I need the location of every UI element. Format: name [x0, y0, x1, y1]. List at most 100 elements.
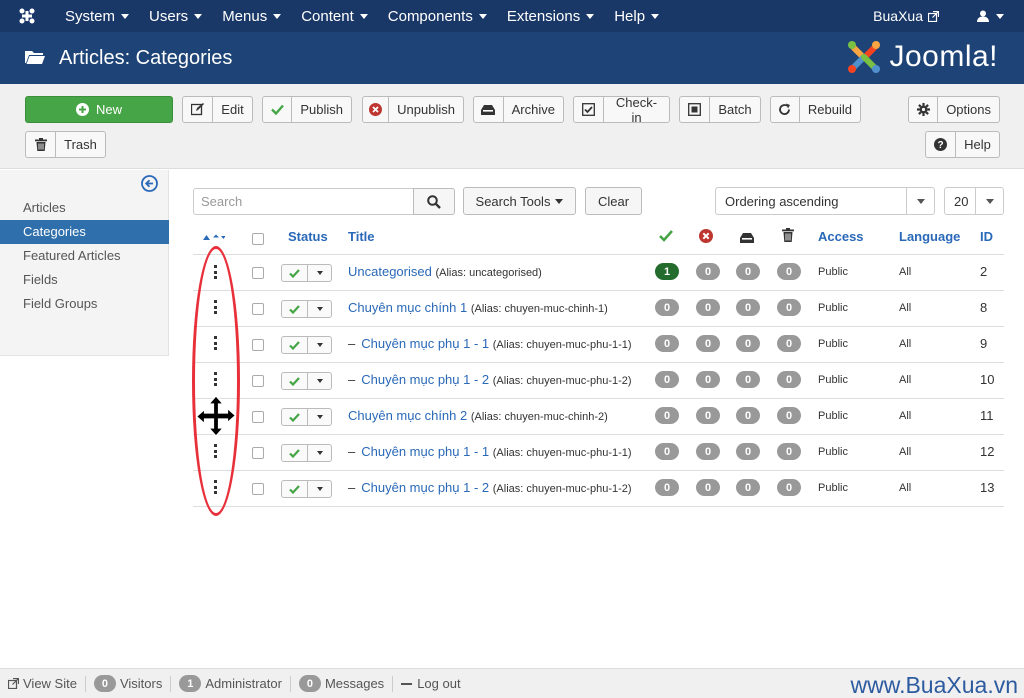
unpublished-count-badge[interactable]: 0 — [696, 407, 720, 424]
menu-users[interactable]: Users — [149, 8, 203, 25]
archived-count-badge[interactable]: 0 — [736, 479, 760, 496]
menu-content[interactable]: Content — [301, 8, 368, 25]
published-count-badge[interactable]: 1 — [655, 263, 679, 280]
sidebar-item-featured-articles[interactable]: Featured Articles — [0, 244, 169, 268]
row-checkbox[interactable] — [252, 267, 264, 279]
administrator-status[interactable]: 1 Administrator — [171, 675, 291, 692]
archived-count-badge[interactable]: 0 — [736, 407, 760, 424]
chevron-down-icon[interactable] — [308, 445, 331, 461]
logout-link[interactable]: Log out — [393, 676, 468, 692]
sidebar-item-fields[interactable]: Fields — [0, 268, 169, 292]
id-column-header[interactable]: ID — [980, 229, 993, 244]
sidebar-item-articles[interactable]: Articles — [0, 196, 169, 220]
sort-ordering-icon[interactable] — [203, 230, 226, 245]
chevron-down-icon[interactable] — [308, 409, 331, 425]
menu-help[interactable]: Help — [614, 8, 660, 25]
sidebar-item-field-groups[interactable]: Field Groups — [0, 292, 169, 316]
user-menu-icon[interactable] — [977, 10, 1004, 22]
edit-button[interactable]: Edit — [182, 96, 253, 123]
access-column-header[interactable]: Access — [818, 229, 864, 244]
chevron-down-icon[interactable] — [308, 373, 331, 389]
category-link[interactable]: Chuyên mục phụ 1 - 1 — [361, 444, 489, 459]
select-all-checkbox[interactable] — [252, 233, 264, 245]
unpublished-count-header-icon[interactable] — [699, 229, 713, 246]
category-link[interactable]: Chuyên mục chính 1 — [348, 300, 467, 315]
help-button[interactable]: ? Help — [925, 131, 1000, 158]
status-toggle[interactable] — [281, 408, 332, 426]
row-checkbox[interactable] — [252, 303, 264, 315]
status-toggle[interactable] — [281, 300, 332, 318]
published-check-icon[interactable] — [282, 337, 308, 353]
trashed-count-badge[interactable]: 0 — [777, 371, 801, 388]
publish-button[interactable]: Publish — [262, 96, 352, 123]
archived-count-badge[interactable]: 0 — [736, 299, 760, 316]
chevron-down-icon[interactable] — [308, 337, 331, 353]
published-count-badge[interactable]: 0 — [655, 443, 679, 460]
sidebar-toggle-icon[interactable] — [141, 175, 158, 195]
options-button[interactable]: Options — [908, 96, 1000, 123]
unpublished-count-badge[interactable]: 0 — [696, 479, 720, 496]
menu-system[interactable]: System — [65, 8, 130, 25]
trashed-count-badge[interactable]: 0 — [777, 443, 801, 460]
status-toggle[interactable] — [281, 336, 332, 354]
published-check-icon[interactable] — [282, 445, 308, 461]
published-count-badge[interactable]: 0 — [655, 371, 679, 388]
category-link[interactable]: Chuyên mục phụ 1 - 2 — [361, 480, 489, 495]
published-check-icon[interactable] — [282, 373, 308, 389]
row-checkbox[interactable] — [252, 447, 264, 459]
row-checkbox[interactable] — [252, 339, 264, 351]
checkin-button[interactable]: Check-in — [573, 95, 670, 125]
published-count-badge[interactable]: 0 — [655, 299, 679, 316]
status-column-header[interactable]: Status — [288, 229, 328, 244]
unpublished-count-badge[interactable]: 0 — [696, 263, 720, 280]
unpublished-count-badge[interactable]: 0 — [696, 371, 720, 388]
archived-count-badge[interactable]: 0 — [736, 371, 760, 388]
published-check-icon[interactable] — [282, 481, 308, 497]
search-input[interactable]: Search — [193, 188, 414, 215]
batch-button[interactable]: Batch — [679, 96, 761, 123]
title-column-header[interactable]: Title — [348, 229, 375, 244]
unpublish-button[interactable]: Unpublish — [362, 96, 464, 123]
published-check-icon[interactable] — [282, 409, 308, 425]
status-toggle[interactable] — [281, 444, 332, 462]
published-count-badge[interactable]: 0 — [655, 335, 679, 352]
search-button[interactable] — [413, 188, 455, 215]
trashed-count-badge[interactable]: 0 — [777, 263, 801, 280]
trashed-count-badge[interactable]: 0 — [777, 407, 801, 424]
published-check-icon[interactable] — [282, 265, 308, 281]
trashed-count-badge[interactable]: 0 — [777, 335, 801, 352]
category-link[interactable]: Chuyên mục phụ 1 - 2 — [361, 372, 489, 387]
archived-count-badge[interactable]: 0 — [736, 335, 760, 352]
chevron-down-icon[interactable] — [308, 481, 331, 497]
archive-button[interactable]: Archive — [473, 96, 564, 123]
trash-button[interactable]: Trash — [25, 131, 106, 158]
published-count-header-icon[interactable] — [659, 230, 673, 245]
ordering-select[interactable]: Ordering ascending — [715, 187, 935, 215]
menu-components[interactable]: Components — [388, 8, 487, 25]
new-button[interactable]: New — [25, 96, 173, 123]
unpublished-count-badge[interactable]: 0 — [696, 335, 720, 352]
view-site-link[interactable]: View Site — [0, 675, 86, 692]
published-count-badge[interactable]: 0 — [655, 479, 679, 496]
chevron-down-icon[interactable] — [308, 301, 331, 317]
archived-count-header-icon[interactable] — [740, 231, 754, 246]
trashed-count-badge[interactable]: 0 — [777, 299, 801, 316]
sidebar-item-categories[interactable]: Categories — [0, 220, 169, 244]
status-toggle[interactable] — [281, 372, 332, 390]
trashed-count-badge[interactable]: 0 — [777, 479, 801, 496]
row-checkbox[interactable] — [252, 483, 264, 495]
messages-status[interactable]: 0 Messages — [291, 675, 394, 692]
status-toggle[interactable] — [281, 480, 332, 498]
status-toggle[interactable] — [281, 264, 332, 282]
visitors-status[interactable]: 0 Visitors — [86, 675, 172, 692]
trashed-count-header-icon[interactable] — [782, 228, 794, 245]
archived-count-badge[interactable]: 0 — [736, 263, 760, 280]
joomla-menu-icon[interactable] — [0, 0, 54, 32]
category-link[interactable]: Chuyên mục phụ 1 - 1 — [361, 336, 489, 351]
clear-button[interactable]: Clear — [585, 187, 642, 215]
unpublished-count-badge[interactable]: 0 — [696, 443, 720, 460]
language-column-header[interactable]: Language — [899, 229, 960, 244]
rebuild-button[interactable]: Rebuild — [770, 96, 861, 123]
unpublished-count-badge[interactable]: 0 — [696, 299, 720, 316]
category-link[interactable]: Chuyên mục chính 2 — [348, 408, 467, 423]
